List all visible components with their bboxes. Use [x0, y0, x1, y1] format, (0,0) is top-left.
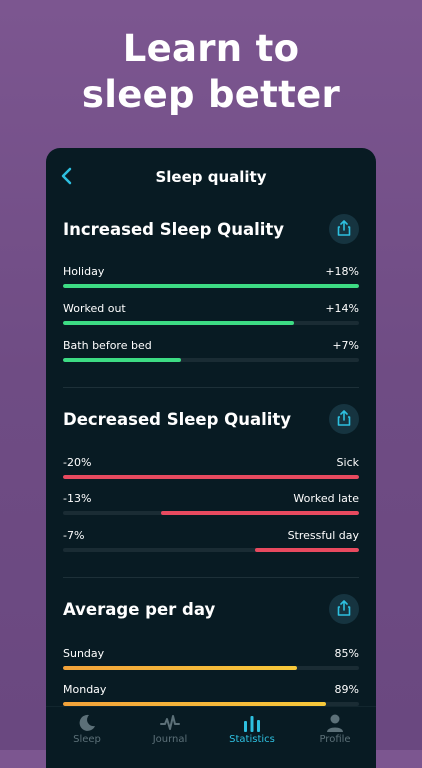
row-value: +18% — [325, 265, 359, 278]
increased-row-bath: Bath before bed +7% — [63, 339, 359, 369]
increased-section: Increased Sleep Quality Holiday +18% Wor… — [63, 214, 359, 364]
row-label: Sick — [336, 456, 359, 469]
row-value: -7% — [63, 529, 85, 542]
progress-track — [63, 284, 359, 288]
share-button-increased[interactable] — [329, 214, 359, 244]
average-section: Average per day Sunday 85% Monday 89% — [63, 594, 359, 709]
decreased-section: Decreased Sleep Quality -20% Sick -13% W… — [63, 404, 359, 554]
row-value: -20% — [63, 456, 92, 469]
row-label: Holiday — [63, 265, 105, 278]
row-label: Worked out — [63, 302, 126, 315]
progress-fill — [63, 321, 294, 325]
row-value: +7% — [332, 339, 359, 352]
section-divider — [63, 387, 359, 388]
progress-track — [63, 511, 359, 515]
share-button-average[interactable] — [329, 594, 359, 624]
row-value: +14% — [325, 302, 359, 315]
increased-row-worked-out: Worked out +14% — [63, 302, 359, 332]
row-label: Worked late — [293, 492, 359, 505]
progress-fill — [63, 358, 182, 362]
row-value: 89% — [334, 683, 359, 696]
moon-icon — [79, 714, 95, 731]
row-value: -13% — [63, 492, 92, 505]
row-label: Stressful day — [287, 529, 359, 542]
progress-track — [63, 475, 359, 479]
section-divider — [63, 577, 359, 578]
screen-title: Sleep quality — [155, 168, 267, 186]
person-icon — [327, 714, 343, 732]
progress-fill — [63, 284, 359, 288]
average-row-sunday: Sunday 85% — [63, 647, 359, 677]
average-title: Average per day — [63, 600, 216, 619]
tab-label: Journal — [152, 734, 188, 745]
decreased-title: Decreased Sleep Quality — [63, 410, 292, 429]
decreased-row-sick: -20% Sick — [63, 456, 359, 486]
progress-track — [63, 548, 359, 552]
headline-line-1: Learn to — [122, 27, 300, 70]
share-icon — [337, 220, 351, 236]
bar-chart-icon — [244, 716, 260, 732]
headline: Learn to sleep better — [0, 26, 422, 118]
row-label: Bath before bed — [63, 339, 152, 352]
share-button-decreased[interactable] — [329, 404, 359, 434]
phone-screen: Sleep quality Increased Sleep Quality Ho… — [46, 148, 376, 768]
progress-fill — [63, 666, 297, 670]
row-value: 85% — [334, 647, 359, 660]
pulse-icon — [160, 715, 180, 730]
tab-bar: Sleep Journal Statistics Profile — [46, 706, 376, 751]
decreased-row-stressful-day: -7% Stressful day — [63, 529, 359, 559]
top-bar: Sleep quality — [46, 148, 376, 210]
share-icon — [337, 600, 351, 616]
progress-track — [63, 358, 359, 362]
headline-line-2: sleep better — [81, 73, 341, 116]
tab-label: Profile — [319, 734, 351, 745]
increased-row-holiday: Holiday +18% — [63, 265, 359, 295]
increased-title: Increased Sleep Quality — [63, 220, 285, 239]
share-icon — [337, 410, 351, 426]
tab-label: Sleep — [73, 734, 101, 745]
progress-fill — [160, 511, 359, 515]
progress-fill — [255, 548, 359, 552]
row-label: Monday — [63, 683, 107, 696]
progress-fill — [63, 475, 359, 479]
progress-track — [63, 666, 359, 670]
progress-track — [63, 321, 359, 325]
tab-label: Statistics — [229, 734, 275, 745]
decreased-row-worked-late: -13% Worked late — [63, 492, 359, 522]
row-label: Sunday — [63, 647, 105, 660]
